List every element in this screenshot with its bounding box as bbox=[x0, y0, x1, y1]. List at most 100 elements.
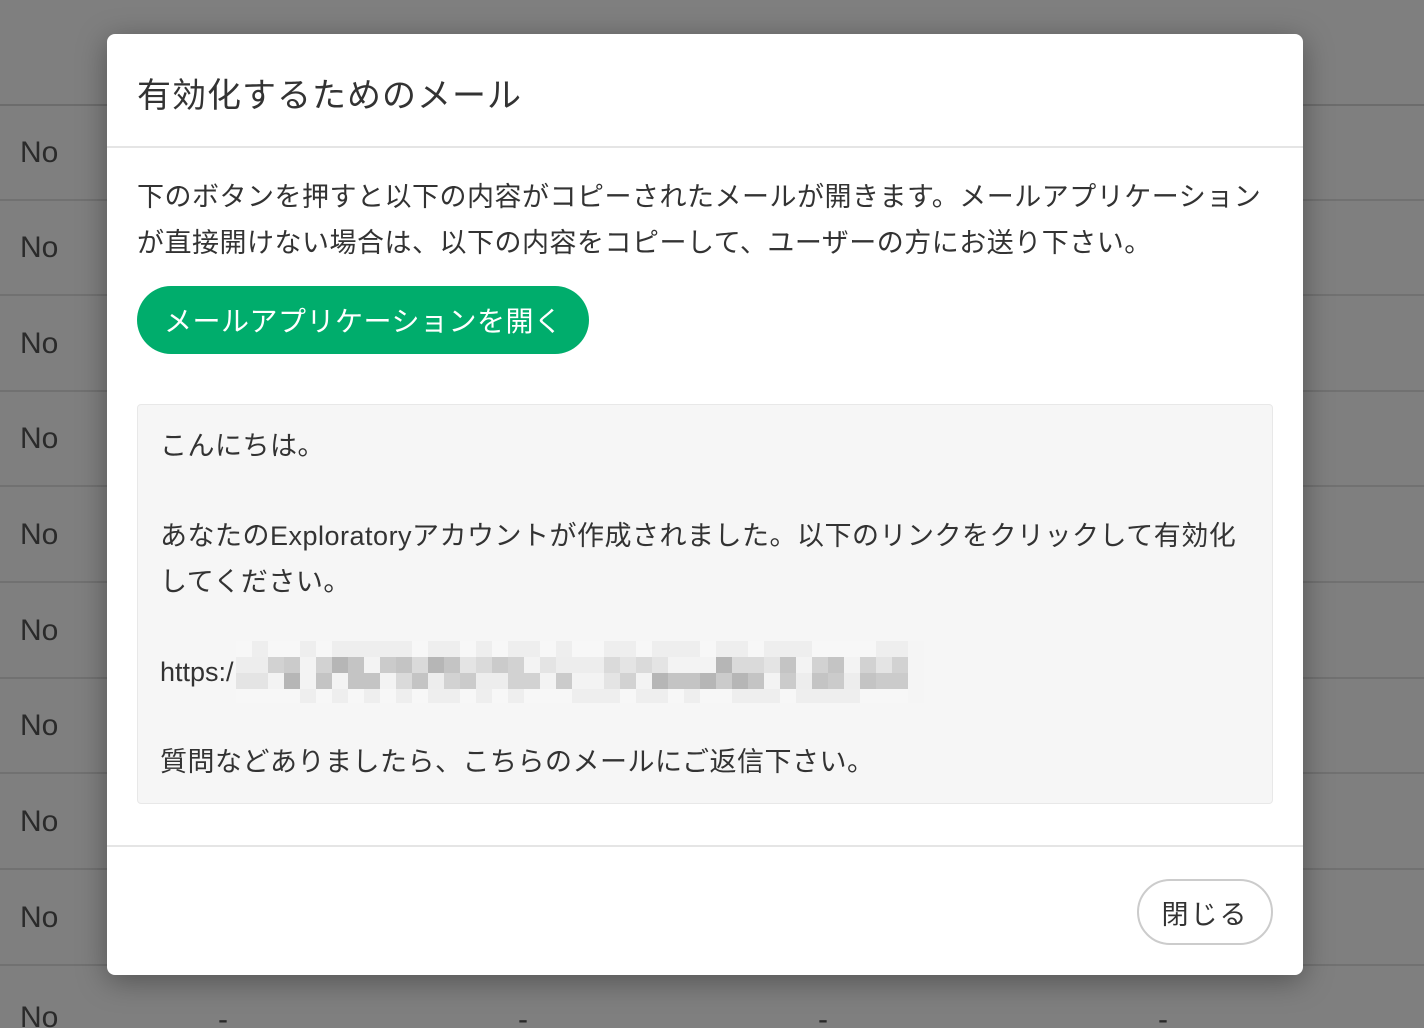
redaction-pixel bbox=[315, 657, 332, 673]
redaction-pixel bbox=[555, 673, 572, 689]
redaction-pixel bbox=[443, 673, 460, 689]
redaction-pixel bbox=[539, 641, 556, 657]
redaction-pixel bbox=[411, 641, 428, 657]
redaction-pixel bbox=[427, 673, 444, 689]
redaction-pixel bbox=[507, 641, 524, 657]
redaction-pixel bbox=[795, 673, 812, 689]
dialog-footer: 閉じる bbox=[107, 845, 1303, 975]
redaction-pixel bbox=[619, 641, 636, 657]
redaction-pixel bbox=[907, 673, 924, 689]
redaction-pixel bbox=[379, 657, 396, 673]
redaction-pixel bbox=[299, 641, 316, 657]
redaction-pixel bbox=[763, 673, 780, 689]
redaction-pixel bbox=[235, 657, 252, 673]
redaction-pixel bbox=[651, 673, 668, 689]
redaction-pixel bbox=[459, 689, 476, 703]
redaction-pixel bbox=[875, 657, 892, 673]
redaction-pixel bbox=[411, 657, 428, 673]
redaction-pixel bbox=[475, 673, 492, 689]
redaction-pixel bbox=[571, 689, 588, 703]
redaction-pixel bbox=[379, 689, 396, 703]
redaction-pixel bbox=[843, 689, 860, 703]
redaction-pixel bbox=[715, 657, 732, 673]
redaction-pixel bbox=[843, 657, 860, 673]
redaction-pixel bbox=[747, 641, 764, 657]
redaction-pixel bbox=[603, 641, 620, 657]
redaction-pixel bbox=[891, 673, 908, 689]
dialog-header: 有効化するためのメール bbox=[107, 34, 1303, 148]
redaction-pixel bbox=[667, 673, 684, 689]
redaction-pixel bbox=[587, 689, 604, 703]
redaction-pixel bbox=[747, 689, 764, 703]
redaction-pixel bbox=[267, 641, 284, 657]
redaction-pixel bbox=[715, 641, 732, 657]
close-button[interactable]: 閉じる bbox=[1137, 879, 1273, 945]
redaction-pixel bbox=[475, 689, 492, 703]
dialog-title: 有効化するためのメール bbox=[137, 77, 522, 115]
redaction-pixel bbox=[475, 641, 492, 657]
redaction-pixel bbox=[907, 657, 924, 673]
redaction-pixel bbox=[395, 657, 412, 673]
redaction-pixel bbox=[347, 657, 364, 673]
redaction-pixel bbox=[283, 689, 300, 703]
redaction-pixel bbox=[779, 689, 796, 703]
redaction-pixel bbox=[331, 641, 348, 657]
redaction-pixel bbox=[315, 641, 332, 657]
redaction-pixel bbox=[891, 641, 908, 657]
redaction-pixel bbox=[875, 689, 892, 703]
activation-link[interactable]: https:/ bbox=[160, 641, 1250, 703]
redaction-pixel bbox=[779, 673, 796, 689]
redaction-pixel bbox=[363, 689, 380, 703]
redaction-pixel bbox=[251, 657, 268, 673]
redaction-pixel bbox=[603, 673, 620, 689]
redaction-pixel bbox=[827, 673, 844, 689]
redaction-pixel bbox=[667, 657, 684, 673]
redaction-pixel bbox=[395, 641, 412, 657]
redaction-pixel bbox=[331, 673, 348, 689]
redaction-pixel bbox=[859, 657, 876, 673]
redaction-pixel bbox=[411, 673, 428, 689]
redaction-pixel bbox=[715, 673, 732, 689]
redaction-pixel bbox=[379, 673, 396, 689]
redaction-pixel bbox=[235, 673, 252, 689]
redaction-pixel bbox=[363, 657, 380, 673]
redaction-pixel bbox=[363, 673, 380, 689]
redaction-pixel bbox=[763, 641, 780, 657]
redaction-pixel bbox=[315, 673, 332, 689]
activation-email-dialog: 有効化するためのメール 下のボタンを押すと以下の内容がコピーされたメールが開きま… bbox=[107, 34, 1303, 975]
redaction-pixel bbox=[235, 689, 252, 703]
email-content-box[interactable]: こんにちは。 あなたのExploratoryアカウントが作成されました。以下のリ… bbox=[137, 404, 1273, 804]
redaction-pixel bbox=[843, 641, 860, 657]
redaction-pixel bbox=[363, 641, 380, 657]
open-mail-app-button[interactable]: メールアプリケーションを開く bbox=[137, 286, 590, 354]
redaction-pixel bbox=[795, 657, 812, 673]
redaction-pixel bbox=[651, 689, 668, 703]
redaction-pixel bbox=[267, 673, 284, 689]
redaction-pixel bbox=[603, 689, 620, 703]
dialog-body: 下のボタンを押すと以下の内容がコピーされたメールが開きます。メールアプリケーショ… bbox=[137, 174, 1273, 804]
redaction-pixel bbox=[891, 689, 908, 703]
redaction-pixel bbox=[843, 673, 860, 689]
redaction-pixel bbox=[539, 673, 556, 689]
redaction-pixel bbox=[619, 673, 636, 689]
redaction-pixel bbox=[635, 673, 652, 689]
redaction-pixel bbox=[795, 641, 812, 657]
redaction-pixel bbox=[571, 673, 588, 689]
redaction-pixel bbox=[411, 689, 428, 703]
redaction-pixel bbox=[267, 689, 284, 703]
redaction-pixel bbox=[395, 689, 412, 703]
redaction-pixel bbox=[251, 673, 268, 689]
redaction-pixel bbox=[635, 641, 652, 657]
redaction-pixel bbox=[699, 673, 716, 689]
redaction-pixel bbox=[731, 689, 748, 703]
redaction-pixel bbox=[507, 689, 524, 703]
redaction-pixel bbox=[299, 689, 316, 703]
redaction-pixel bbox=[827, 641, 844, 657]
redaction-pixel bbox=[859, 641, 876, 657]
dialog-description: 下のボタンを押すと以下の内容がコピーされたメールが開きます。メールアプリケーショ… bbox=[137, 182, 1262, 258]
redaction-pixel bbox=[683, 673, 700, 689]
redaction-pixel bbox=[811, 689, 828, 703]
redaction-pixel bbox=[651, 641, 668, 657]
redaction-pixel bbox=[779, 657, 796, 673]
redaction-pixel bbox=[811, 657, 828, 673]
